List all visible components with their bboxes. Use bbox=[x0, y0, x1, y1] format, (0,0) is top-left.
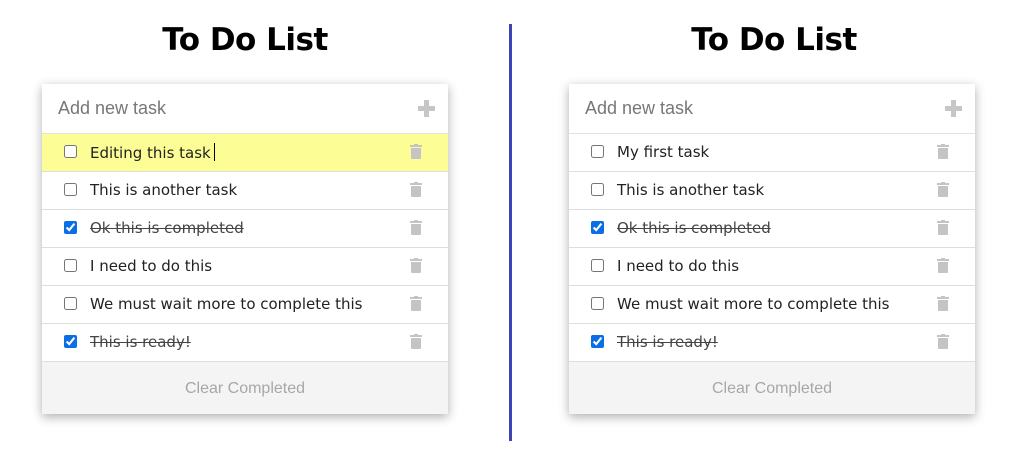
task-text[interactable]: My first task bbox=[617, 143, 709, 162]
task-label: This is ready! bbox=[90, 333, 191, 351]
add-task-row bbox=[42, 84, 448, 134]
task-item[interactable]: I need to do this bbox=[42, 248, 448, 286]
task-checkbox[interactable] bbox=[64, 335, 77, 348]
todo-card: Editing this task This is another task Ok … bbox=[42, 84, 448, 414]
task-checkbox[interactable] bbox=[591, 259, 604, 272]
trash-icon[interactable] bbox=[937, 296, 949, 311]
trash-icon[interactable] bbox=[410, 144, 422, 159]
task-label: This is ready! bbox=[617, 333, 718, 351]
task-text[interactable]: Editing this task bbox=[90, 143, 215, 163]
task-item[interactable]: This is another task bbox=[569, 172, 975, 210]
task-checkbox[interactable] bbox=[64, 145, 77, 158]
task-item[interactable]: We must wait more to complete this bbox=[42, 286, 448, 324]
task-item[interactable]: This is ready! bbox=[569, 324, 975, 362]
trash-icon[interactable] bbox=[410, 182, 422, 197]
task-checkbox[interactable] bbox=[64, 221, 77, 234]
task-label: This is another task bbox=[617, 181, 765, 199]
text-cursor bbox=[213, 143, 215, 161]
plus-icon[interactable] bbox=[945, 100, 962, 117]
task-label: We must wait more to complete this bbox=[90, 295, 363, 313]
panel-divider bbox=[509, 24, 512, 441]
trash-icon[interactable] bbox=[410, 296, 422, 311]
clear-completed-label: Clear Completed bbox=[184, 380, 306, 397]
task-checkbox[interactable] bbox=[591, 335, 604, 348]
task-text[interactable]: This is ready! bbox=[617, 333, 718, 352]
trash-icon[interactable] bbox=[937, 144, 949, 159]
page-title: To Do List bbox=[691, 22, 857, 58]
task-text[interactable]: This is another task bbox=[90, 181, 237, 200]
trash-icon[interactable] bbox=[937, 220, 949, 235]
plus-icon[interactable] bbox=[418, 100, 435, 117]
task-item[interactable]: Ok this is completed bbox=[42, 210, 448, 248]
task-item[interactable]: We must wait more to complete this bbox=[569, 286, 975, 324]
task-checkbox[interactable] bbox=[64, 183, 77, 196]
task-text[interactable]: This is another task bbox=[617, 181, 764, 200]
task-text[interactable]: Ok this is completed bbox=[90, 219, 244, 238]
task-checkbox[interactable] bbox=[591, 183, 604, 196]
trash-icon[interactable] bbox=[937, 258, 949, 273]
task-list: My first task This is another task Ok this… bbox=[569, 134, 975, 362]
clear-completed-button[interactable]: Clear Completed bbox=[42, 362, 448, 414]
task-text[interactable]: We must wait more to complete this bbox=[617, 295, 889, 314]
add-task-input[interactable] bbox=[585, 96, 915, 120]
task-label: Ok this is completed bbox=[90, 219, 244, 237]
task-checkbox[interactable] bbox=[591, 297, 604, 310]
task-item[interactable]: Ok this is completed bbox=[569, 210, 975, 248]
task-item[interactable]: I need to do this bbox=[569, 248, 975, 286]
task-label: I need to do this bbox=[617, 257, 740, 275]
task-item[interactable]: This is another task bbox=[42, 172, 448, 210]
task-item[interactable]: This is ready! bbox=[42, 324, 448, 362]
task-item[interactable]: My first task bbox=[569, 134, 975, 172]
task-item[interactable]: Editing this task bbox=[42, 134, 448, 172]
task-text[interactable]: Ok this is completed bbox=[617, 219, 771, 238]
todo-panel-right: To Do List My first task This is another … bbox=[527, 0, 1025, 463]
task-checkbox[interactable] bbox=[591, 145, 604, 158]
task-checkbox[interactable] bbox=[64, 297, 77, 310]
task-text[interactable]: I need to do this bbox=[90, 257, 212, 276]
task-label: Editing this task bbox=[90, 144, 211, 162]
task-checkbox[interactable] bbox=[64, 259, 77, 272]
task-label: I need to do this bbox=[90, 257, 213, 275]
task-text[interactable]: This is ready! bbox=[90, 333, 191, 352]
add-task-row bbox=[569, 84, 975, 134]
clear-completed-button[interactable]: Clear Completed bbox=[569, 362, 975, 414]
task-label: We must wait more to complete this bbox=[617, 295, 890, 313]
task-checkbox[interactable] bbox=[591, 221, 604, 234]
task-label: This is another task bbox=[90, 181, 238, 199]
todo-card: My first task This is another task Ok this… bbox=[569, 84, 975, 414]
task-label: My first task bbox=[617, 143, 710, 161]
todo-panel-left: To Do List Editing this task This is anot… bbox=[0, 0, 512, 463]
trash-icon[interactable] bbox=[937, 182, 949, 197]
trash-icon[interactable] bbox=[410, 220, 422, 235]
task-list: Editing this task This is another task Ok … bbox=[42, 134, 448, 362]
page-title: To Do List bbox=[162, 22, 328, 58]
task-text[interactable]: I need to do this bbox=[617, 257, 739, 276]
trash-icon[interactable] bbox=[410, 334, 422, 349]
trash-icon[interactable] bbox=[410, 258, 422, 273]
task-label: Ok this is completed bbox=[617, 219, 771, 237]
clear-completed-label: Clear Completed bbox=[711, 380, 833, 397]
task-text[interactable]: We must wait more to complete this bbox=[90, 295, 362, 314]
add-task-input[interactable] bbox=[58, 96, 388, 120]
trash-icon[interactable] bbox=[937, 334, 949, 349]
